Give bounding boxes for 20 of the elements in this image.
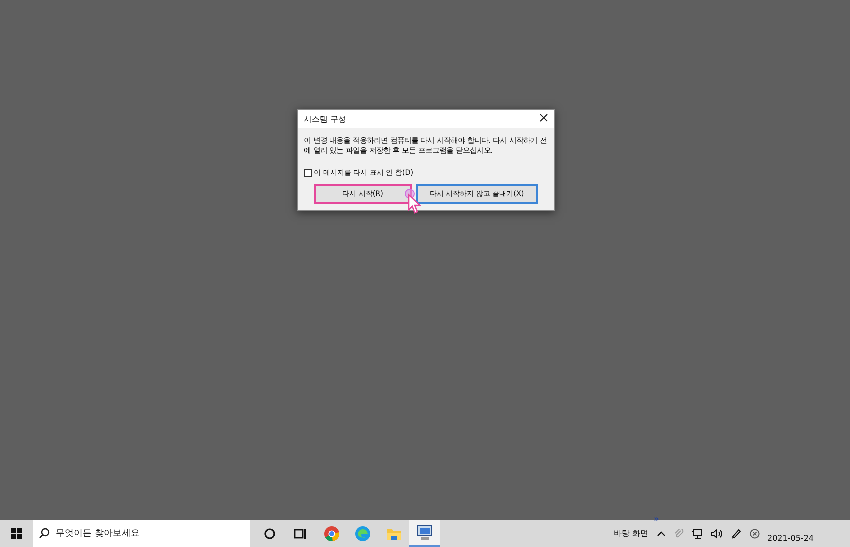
browser-icon[interactable] <box>324 526 340 542</box>
close-icon[interactable] <box>540 114 548 122</box>
monitor-icon[interactable] <box>416 524 432 540</box>
network-icon[interactable] <box>692 528 702 538</box>
checkbox[interactable] <box>304 169 312 177</box>
caret-up-icon[interactable] <box>656 530 666 536</box>
desktop-toolbar-label[interactable]: 바탕 화면 <box>614 528 648 539</box>
search-field[interactable]: 무엇이든 찾아보세요 <box>33 520 250 547</box>
taskbar-date[interactable]: 2021-05-24 <box>768 534 814 543</box>
pen-icon[interactable] <box>730 528 742 539</box>
close-circle-icon[interactable] <box>750 528 760 538</box>
dialog-title: 시스템 구성 <box>304 114 347 125</box>
task-view-icon[interactable] <box>294 528 307 540</box>
taskbar-app[interactable] <box>409 520 440 547</box>
speaker-icon[interactable] <box>710 528 722 538</box>
windows-logo-icon[interactable] <box>11 528 22 539</box>
circle-icon[interactable] <box>264 528 276 540</box>
folder-icon[interactable] <box>386 526 402 540</box>
paperclip-icon[interactable] <box>674 528 684 538</box>
pointer-cursor-icon <box>405 189 423 215</box>
